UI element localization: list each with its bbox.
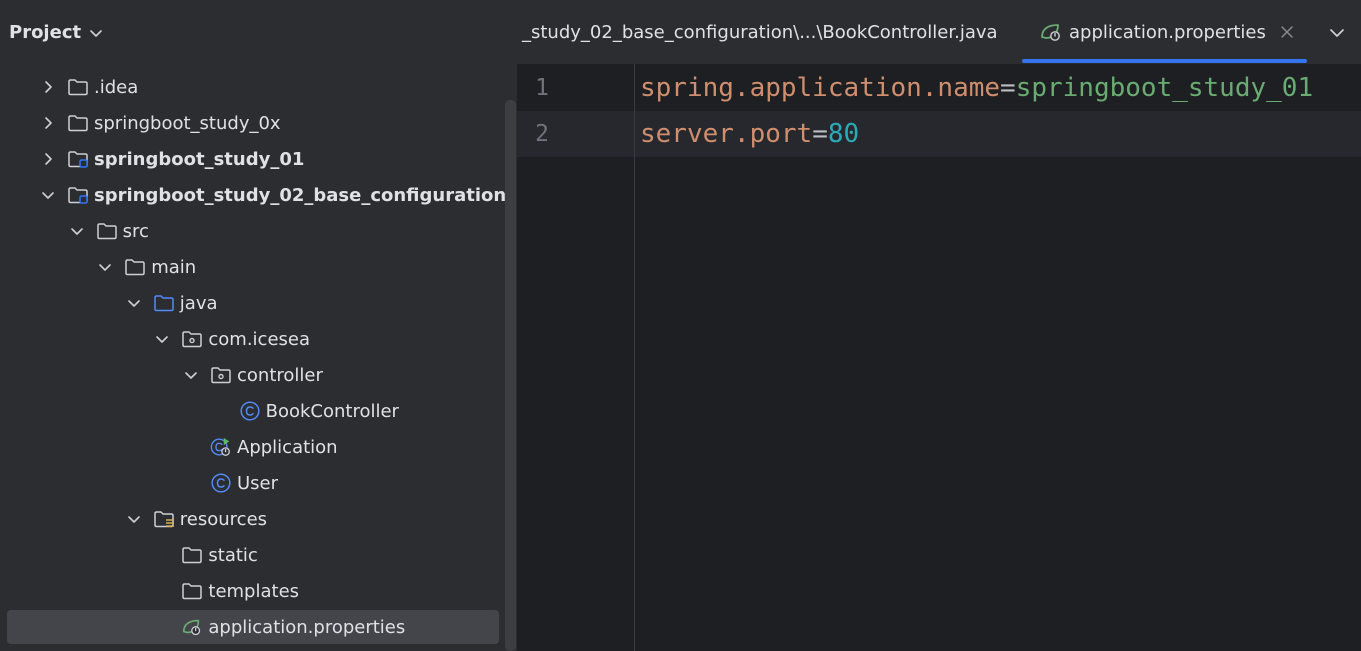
resources-folder-icon [153,509,175,529]
tree-item-label: Application [237,436,338,458]
folder-icon [96,221,118,241]
tree-item[interactable]: templates [0,573,505,609]
tree-item-label: springboot_study_0x [94,112,281,134]
class-icon [239,401,261,421]
chevron-down-icon[interactable] [153,330,171,348]
project-panel: Project .idea springboot_study_0x springbo… [0,0,517,651]
tree-item[interactable]: main [0,249,505,285]
folder-icon [67,77,89,97]
chevron-right-icon[interactable] [39,150,57,168]
tree-item[interactable]: com.icesea [0,321,505,357]
property-separator: = [1000,73,1016,103]
active-tab-indicator [1022,59,1307,63]
tree-item-label: springboot_study_01 [94,148,305,170]
spring-boot-class-icon [210,437,232,457]
folder-icon [124,257,146,277]
tab-label: _study_02_base_configuration\...\BookCon… [522,21,998,43]
tree-item-label: templates [208,580,300,602]
spring-properties-icon [1041,24,1060,41]
property-key: spring.application.name [640,73,1001,103]
folder-icon [67,113,89,133]
code-line[interactable]: 2 server.port=80 [517,111,1361,157]
tree-item[interactable]: application.properties [0,609,505,645]
chevron-down-icon[interactable] [88,25,104,41]
tree-item-label: controller [237,364,323,386]
package-icon [210,365,232,385]
tree-item[interactable]: static [0,537,505,573]
tree-item[interactable]: BookController [0,393,505,429]
chevron-down-icon[interactable] [96,258,114,276]
close-icon[interactable] [1280,25,1294,39]
tree-item[interactable]: Application [0,429,505,465]
code-text: server.port=80 [640,119,859,149]
project-panel-title: Project [9,21,82,43]
class-icon [210,473,232,493]
chevron-down-icon[interactable] [125,294,143,312]
property-key: server.port [640,119,813,149]
chevron-right-icon[interactable] [39,78,57,96]
property-value: springboot_study_01 [1015,73,1314,103]
module-folder-icon [67,185,89,205]
tree-item[interactable]: src [0,213,505,249]
property-separator: = [812,119,828,149]
chevron-down-icon[interactable] [182,366,200,384]
tree-item-label: User [237,472,279,494]
tree-item[interactable]: springboot_study_0x [0,105,505,141]
tree-item-label: com.icesea [208,328,311,350]
tree-item-label: application.properties [208,616,406,638]
tree-item[interactable]: java [0,285,505,321]
chevron-right-icon[interactable] [39,114,57,132]
tab-bookcontroller-java[interactable]: _study_02_base_configuration\...\BookCon… [522,0,998,64]
chevron-down-icon[interactable] [68,222,86,240]
project-tree: .idea springboot_study_0x springboot_study… [0,69,507,645]
chevron-down-icon[interactable] [1328,24,1346,42]
chevron-down-icon[interactable] [125,510,143,528]
tab-application-properties[interactable]: application.properties [1039,0,1294,64]
folder-icon [181,581,203,601]
tree-item[interactable]: springboot_study_01 [0,141,505,177]
spring-properties-icon [181,617,203,637]
tree-item-label: java [179,292,218,314]
code-text: spring.application.name=springboot_study… [640,73,1313,103]
editor-tab-bar: _study_02_base_configuration\...\BookCon… [517,0,1361,64]
tree-item[interactable]: .idea [0,69,505,105]
tree-item[interactable]: resources [0,501,505,537]
tree-item-label: springboot_study_02_base_configuration [94,184,507,206]
tree-item-label: src [122,220,149,242]
code-line[interactable]: 1 spring.application.name=springboot_stud… [517,65,1361,111]
module-folder-icon [67,149,89,169]
source-folder-icon [153,293,175,313]
tree-item-label: static [208,544,258,566]
tree-item-label: resources [179,508,268,530]
ide-window: Project .idea springboot_study_0x springbo… [0,0,1361,651]
tree-item-label: .idea [94,76,139,98]
tab-label: application.properties [1069,21,1266,43]
folder-icon [181,545,203,565]
project-panel-header[interactable]: Project [0,0,517,64]
chevron-down-icon[interactable] [39,186,57,204]
property-value: 80 [827,119,860,149]
tree-item-label: main [151,256,197,278]
tree-item-label: BookController [265,400,399,422]
tree-item[interactable]: springboot_study_02_base_configuration [0,177,507,213]
line-number-gutter [517,64,635,651]
code-area[interactable]: 1 spring.application.name=springboot_stud… [517,64,1361,651]
tree-item[interactable]: User [0,465,505,501]
tree-item[interactable]: controller [0,357,505,393]
editor: _study_02_base_configuration\...\BookCon… [517,0,1361,651]
project-scrollbar[interactable] [505,100,516,651]
package-icon [181,329,203,349]
